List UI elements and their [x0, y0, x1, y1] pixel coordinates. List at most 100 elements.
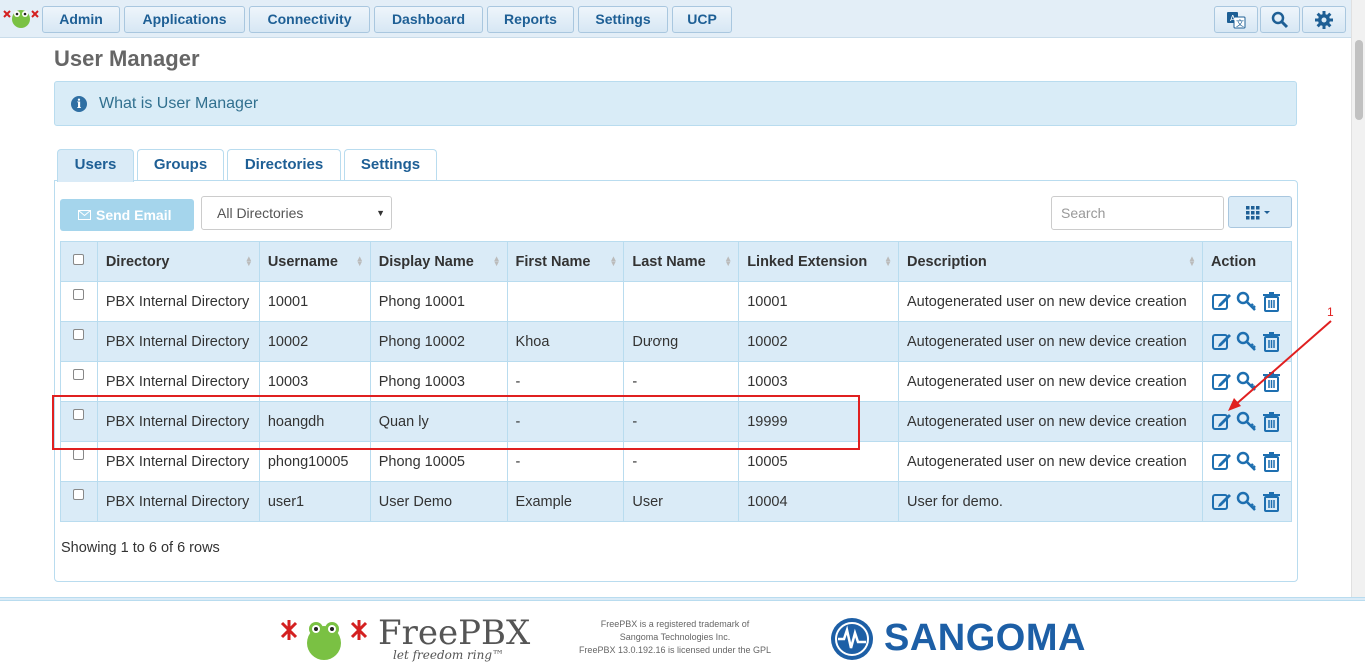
- legal-line-1: FreePBX is a registered trademark of: [600, 619, 750, 629]
- legal-line-2: Sangoma Technologies Inc.: [619, 632, 731, 642]
- settings-button[interactable]: [1302, 6, 1346, 33]
- annotation-label: 1: [1327, 305, 1334, 319]
- table-row[interactable]: PBX Internal Directory 10001 Phong 10001 10…: [60, 281, 1293, 322]
- columns-toggle-button[interactable]: [1228, 196, 1292, 228]
- nav-reports[interactable]: Reports: [487, 6, 574, 33]
- highlight-box: [52, 395, 860, 450]
- search-icon: [1271, 11, 1289, 28]
- nav-admin[interactable]: Admin: [42, 6, 120, 33]
- cell-first-name: [506, 281, 625, 322]
- row-checkbox-cell: [60, 321, 98, 362]
- tab-groups[interactable]: Groups: [137, 149, 224, 181]
- trash-icon[interactable]: [1261, 411, 1282, 432]
- header-linked-extension[interactable]: Linked Extension ▲ ▼: [738, 241, 900, 282]
- nav-ucp[interactable]: UCP: [672, 6, 732, 33]
- header-first-name[interactable]: First Name ▲ ▼: [506, 241, 625, 282]
- nav-settings[interactable]: Settings: [578, 6, 668, 33]
- key-icon[interactable]: [1236, 451, 1257, 472]
- header-last-name[interactable]: Last Name ▲ ▼: [623, 241, 740, 282]
- cell-description: Autogenerated user on new device creatio…: [898, 401, 1203, 442]
- info-text[interactable]: What is User Manager: [99, 95, 258, 113]
- tab-settings[interactable]: Settings: [344, 149, 437, 181]
- row-checkbox-cell: [60, 281, 98, 322]
- language-button[interactable]: A 文: [1214, 6, 1258, 33]
- cell-username: 10001: [258, 281, 371, 322]
- cell-extension: 10001: [738, 281, 900, 322]
- header-username[interactable]: Username ▲ ▼: [258, 241, 371, 282]
- page-title: User Manager: [54, 46, 200, 71]
- edit-icon[interactable]: [1211, 491, 1232, 512]
- cell-extension: 10004: [738, 481, 900, 522]
- cell-action: [1201, 441, 1293, 482]
- row-checkbox[interactable]: [73, 489, 85, 501]
- caret-down-icon: ▼: [376, 208, 385, 218]
- cell-display-name: Phong 10001: [369, 281, 508, 322]
- select-all-checkbox[interactable]: [73, 254, 85, 266]
- legal-line-3[interactable]: FreePBX 13.0.192.16 is licensed under th…: [560, 644, 790, 657]
- sort-icon: ▲ ▼: [1188, 254, 1196, 268]
- sort-icon: ▲ ▼: [492, 254, 501, 268]
- key-icon[interactable]: [1236, 411, 1257, 432]
- cell-action: [1201, 481, 1293, 522]
- header-display-name[interactable]: Display Name ▲ ▼: [369, 241, 508, 282]
- pagination-status: Showing 1 to 6 of 6 rows: [61, 540, 220, 556]
- cell-username: 10002: [258, 321, 371, 362]
- top-navbar: Admin Applications Connectivity Dashboar…: [0, 0, 1365, 38]
- edit-icon[interactable]: [1211, 291, 1232, 312]
- cell-description: Autogenerated user on new device creatio…: [898, 321, 1203, 362]
- header-directory[interactable]: Directory ▲ ▼: [96, 241, 260, 282]
- scrollbar-thumb[interactable]: [1355, 40, 1363, 120]
- page-scrollbar[interactable]: [1351, 0, 1365, 600]
- sangoma-wordmark: SANGOMA: [884, 617, 1086, 659]
- cell-display-name: User Demo: [369, 481, 508, 522]
- row-checkbox[interactable]: [73, 449, 85, 461]
- search-button[interactable]: [1260, 6, 1300, 33]
- sangoma-logo-icon: [831, 618, 873, 660]
- key-icon[interactable]: [1236, 291, 1257, 312]
- directory-select[interactable]: All Directories ▼: [201, 196, 392, 230]
- freepbx-frog-icon: [280, 620, 368, 660]
- cell-last-name: [623, 281, 740, 322]
- cell-directory: PBX Internal Directory: [96, 481, 260, 522]
- trash-icon[interactable]: [1261, 451, 1282, 472]
- cell-description: Autogenerated user on new device creatio…: [898, 361, 1203, 402]
- trash-icon[interactable]: [1261, 291, 1282, 312]
- envelope-icon: [78, 210, 91, 220]
- table-row[interactable]: PBX Internal Directory 10002 Phong 10002 Kh…: [60, 321, 1293, 362]
- nav-connectivity[interactable]: Connectivity: [249, 6, 370, 33]
- search-input[interactable]: [1051, 196, 1224, 230]
- nav-dashboard[interactable]: Dashboard: [374, 6, 483, 33]
- cell-description: Autogenerated user on new device creatio…: [898, 441, 1203, 482]
- header-description[interactable]: Description ▲ ▼: [898, 241, 1203, 282]
- cell-action: [1201, 281, 1293, 322]
- footer-divider: [0, 597, 1365, 601]
- cell-display-name: Phong 10002: [369, 321, 508, 362]
- grid-icon: [1246, 206, 1270, 220]
- directory-select-value: All Directories: [217, 205, 304, 221]
- row-checkbox-cell: [60, 481, 98, 522]
- info-panel[interactable]: i What is User Manager: [54, 81, 1297, 126]
- trash-icon[interactable]: [1261, 491, 1282, 512]
- annotation-arrow-icon: [1228, 320, 1332, 411]
- key-icon[interactable]: [1236, 491, 1257, 512]
- tab-directories[interactable]: Directories: [227, 149, 341, 181]
- header-checkbox-cell: [60, 241, 98, 282]
- send-email-label: Send Email: [96, 207, 172, 223]
- tab-users[interactable]: Users: [57, 149, 134, 182]
- sort-icon: ▲ ▼: [724, 254, 733, 268]
- nav-applications[interactable]: Applications: [124, 6, 245, 33]
- gear-icon: [1315, 10, 1333, 29]
- legal-text: FreePBX is a registered trademark of San…: [560, 618, 790, 657]
- row-checkbox[interactable]: [73, 369, 85, 381]
- row-checkbox[interactable]: [73, 329, 85, 341]
- freepbx-logo-icon[interactable]: [2, 5, 40, 31]
- send-email-button[interactable]: Send Email: [60, 199, 194, 231]
- table-row[interactable]: PBX Internal Directory user1 User Demo Exam…: [60, 481, 1293, 522]
- edit-icon[interactable]: [1211, 451, 1232, 472]
- cell-first-name: Example: [506, 481, 625, 522]
- freepbx-wordmark: FreePBX: [378, 613, 531, 653]
- sort-icon: ▲ ▼: [609, 254, 618, 268]
- edit-icon[interactable]: [1211, 411, 1232, 432]
- row-checkbox[interactable]: [73, 289, 85, 301]
- sort-icon: ▲ ▼: [884, 254, 893, 268]
